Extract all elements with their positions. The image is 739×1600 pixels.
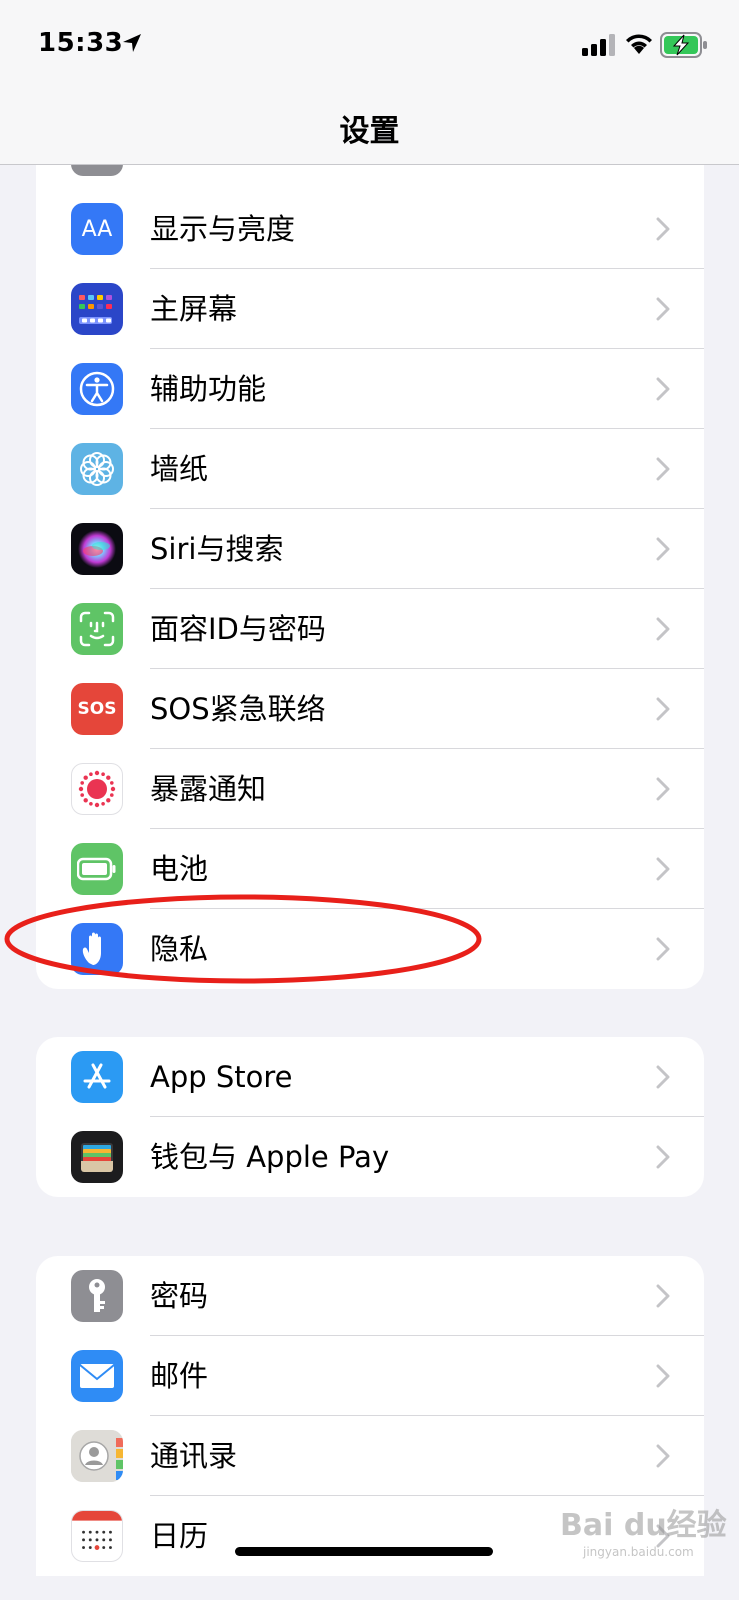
wallet-icon xyxy=(71,1131,123,1183)
app-store-icon xyxy=(71,1051,123,1103)
settings-group-1: AA 显示与亮度 主屏幕 辅助功能 墙纸 Siri与搜索 面容ID与密码 SOS… xyxy=(36,189,704,989)
row-battery[interactable]: 电池 xyxy=(36,829,704,909)
row-label: 暴露通知 xyxy=(150,772,267,806)
row-home-screen[interactable]: 主屏幕 xyxy=(36,269,704,349)
page-title: 设置 xyxy=(339,114,400,149)
row-passwords[interactable]: 密码 xyxy=(36,1256,704,1336)
row-label: 通讯录 xyxy=(150,1439,238,1473)
row-accessibility[interactable]: 辅助功能 xyxy=(36,349,704,429)
calendar-icon xyxy=(71,1510,123,1562)
navigation-bar: 15:33 设置 xyxy=(0,0,739,165)
chevron-right-icon xyxy=(656,537,670,561)
chevron-right-icon xyxy=(656,697,670,721)
row-mail[interactable]: 邮件 xyxy=(36,1336,704,1416)
row-privacy[interactable]: 隐私 xyxy=(36,909,704,989)
chevron-right-icon xyxy=(656,457,670,481)
cellular-signal-icon xyxy=(582,34,615,56)
chevron-right-icon xyxy=(656,777,670,801)
sos-icon-text: SOS xyxy=(77,699,117,719)
key-icon xyxy=(71,1270,123,1322)
row-app-store[interactable]: App Store xyxy=(36,1037,704,1117)
row-label: 密码 xyxy=(150,1279,209,1313)
face-id-icon xyxy=(71,603,123,655)
wifi-icon xyxy=(626,34,652,54)
settings-group-2: App Store 钱包与 Apple Pay xyxy=(36,1037,704,1197)
row-label: 钱包与 Apple Pay xyxy=(150,1140,390,1174)
row-emergency-sos[interactable]: SOS SOS紧急联络 xyxy=(36,669,704,749)
chevron-right-icon xyxy=(656,1065,670,1089)
watermark-logo: Bai du经验 xyxy=(560,1508,727,1543)
row-label: 电池 xyxy=(150,852,209,886)
row-label: 辅助功能 xyxy=(150,372,267,406)
exposure-notification-icon xyxy=(71,763,123,815)
row-wallpaper[interactable]: 墙纸 xyxy=(36,429,704,509)
chevron-right-icon xyxy=(656,1145,670,1169)
wallpaper-flower-icon xyxy=(71,443,123,495)
status-time: 15:33 xyxy=(38,28,124,58)
row-label: 主屏幕 xyxy=(150,292,238,326)
watermark-url: jingyan.baidu.com xyxy=(583,1545,694,1559)
chevron-right-icon xyxy=(656,217,670,241)
location-arrow-icon xyxy=(123,34,141,52)
row-label: 隐私 xyxy=(150,932,209,966)
home-indicator[interactable] xyxy=(235,1547,493,1556)
siri-icon xyxy=(71,523,123,575)
chevron-right-icon xyxy=(656,1364,670,1388)
aa-icon-text: AA xyxy=(81,216,113,242)
chevron-right-icon xyxy=(656,937,670,961)
home-screen-icon xyxy=(71,283,123,335)
row-label: Siri与搜索 xyxy=(150,532,284,566)
chevron-right-icon xyxy=(656,377,670,401)
row-label: 墙纸 xyxy=(150,452,209,486)
chevron-right-icon xyxy=(656,857,670,881)
row-label: SOS紧急联络 xyxy=(150,692,326,726)
row-label: 邮件 xyxy=(150,1359,209,1393)
row-label: 日历 xyxy=(150,1519,209,1553)
chevron-right-icon xyxy=(656,1444,670,1468)
row-contacts[interactable]: 通讯录 xyxy=(36,1416,704,1496)
row-label: 面容ID与密码 xyxy=(150,612,326,646)
accessibility-icon xyxy=(71,363,123,415)
row-siri-search[interactable]: Siri与搜索 xyxy=(36,509,704,589)
battery-charging-icon xyxy=(660,32,707,58)
row-display-brightness[interactable]: AA 显示与亮度 xyxy=(36,189,704,269)
sos-icon: SOS xyxy=(71,683,123,735)
battery-settings-icon xyxy=(71,843,123,895)
chevron-right-icon xyxy=(656,297,670,321)
row-wallet-apple-pay[interactable]: 钱包与 Apple Pay xyxy=(36,1117,704,1197)
chevron-right-icon xyxy=(656,1284,670,1308)
mail-envelope-icon xyxy=(71,1350,123,1402)
row-face-id-passcode[interactable]: 面容ID与密码 xyxy=(36,589,704,669)
row-label: 显示与亮度 xyxy=(150,212,296,246)
chevron-right-icon xyxy=(656,617,670,641)
privacy-hand-icon xyxy=(71,923,123,975)
row-label: App Store xyxy=(150,1060,293,1094)
display-brightness-icon: AA xyxy=(71,203,123,255)
row-exposure-notifications[interactable]: 暴露通知 xyxy=(36,749,704,829)
contacts-icon xyxy=(71,1430,123,1482)
